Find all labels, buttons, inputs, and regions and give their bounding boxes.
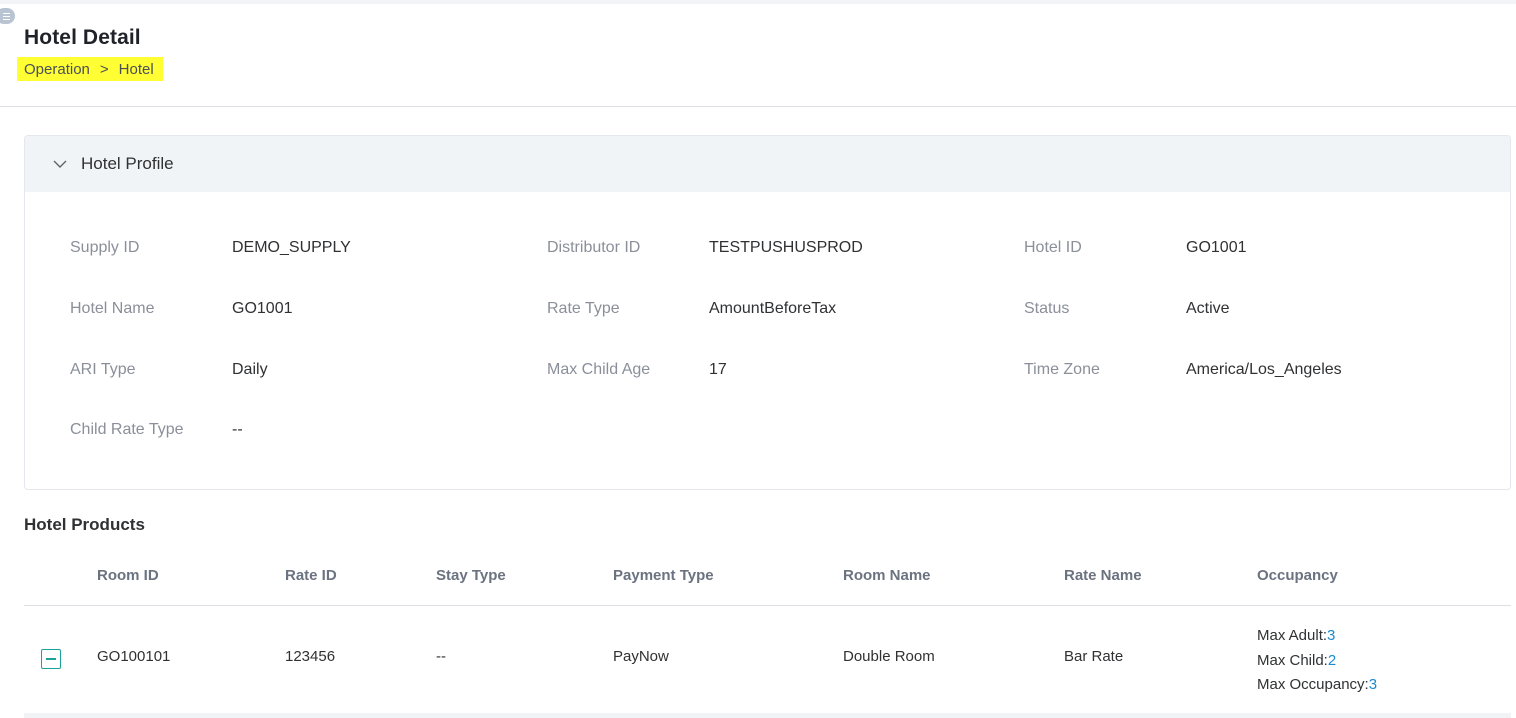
rate-type-label: Rate Type — [547, 300, 620, 317]
supply-id-value: DEMO_SUPPLY — [232, 239, 351, 256]
hotel-products-title: Hotel Products — [24, 515, 145, 534]
child-rate-type-value: -- — [232, 421, 243, 438]
row-collapse-button[interactable] — [41, 649, 61, 669]
hotel-name-label: Hotel Name — [70, 300, 155, 317]
room-id-cell: GO100101 — [97, 648, 171, 665]
breadcrumb-item-hotel[interactable]: Hotel — [119, 61, 154, 78]
hotel-profile-panel: Hotel Profile Supply ID DEMO_SUPPLY Dist… — [24, 135, 1511, 490]
breadcrumb: Operation > Hotel — [17, 57, 163, 81]
payment-type-cell: PayNow — [613, 648, 669, 665]
column-header-payment-type: Payment Type — [613, 567, 714, 584]
column-header-rate-id: Rate ID — [285, 567, 337, 584]
max-child-label: Max Child: — [1257, 651, 1328, 669]
ari-type-value: Daily — [232, 361, 268, 378]
time-zone-value: America/Los_Angeles — [1186, 361, 1342, 378]
rate-id-cell: 123456 — [285, 648, 336, 665]
max-child-line: Max Child:2 — [1257, 649, 1377, 674]
room-name-cell: Double Room — [843, 648, 935, 665]
breadcrumb-item-operation[interactable]: Operation — [24, 61, 90, 78]
hotel-id-value: GO1001 — [1186, 239, 1247, 256]
max-child-value: 2 — [1327, 651, 1337, 669]
time-zone-label: Time Zone — [1024, 361, 1100, 378]
max-adult-label: Max Adult: — [1257, 627, 1328, 644]
max-child-age-label: Max Child Age — [547, 361, 651, 378]
distributor-id-value: TESTPUSHUSPROD — [709, 239, 863, 256]
table-header: Room ID Rate ID Stay Type Payment Type R… — [24, 554, 1511, 606]
max-occupancy-value: 3 — [1368, 676, 1378, 693]
hotel-products-table: Room ID Rate ID Stay Type Payment Type R… — [24, 554, 1511, 714]
distributor-id-label: Distributor ID — [547, 239, 641, 256]
column-header-room-id: Room ID — [97, 567, 159, 584]
ari-type-label: ARI Type — [70, 361, 136, 378]
status-label: Status — [1024, 300, 1070, 317]
status-value: Active — [1186, 300, 1230, 317]
hotel-id-label: Hotel ID — [1024, 239, 1082, 256]
page-title: Hotel Detail — [24, 26, 141, 49]
max-occupancy-label: Max Occupancy: — [1257, 676, 1369, 693]
rate-name-cell: Bar Rate — [1064, 648, 1124, 665]
breadcrumb-separator: > — [99, 60, 109, 78]
chevron-down-icon[interactable] — [51, 155, 69, 173]
hotel-profile-header[interactable]: Hotel Profile — [25, 136, 1510, 192]
next-row-edge — [24, 713, 1511, 718]
max-adult-line: Max Adult:3 — [1257, 624, 1377, 649]
column-header-occupancy: Occupancy — [1257, 567, 1338, 584]
supply-id-label: Supply ID — [70, 239, 140, 256]
max-occupancy-line: Max Occupancy:3 — [1257, 673, 1377, 698]
occupancy-cell: Max Adult:3 Max Child:2 Max Occupancy:3 — [1257, 624, 1377, 698]
rate-type-value: AmountBeforeTax — [709, 300, 837, 317]
hotel-profile-title: Hotel Profile — [81, 154, 174, 173]
minus-square-icon — [46, 658, 56, 660]
column-header-stay-type: Stay Type — [436, 567, 506, 584]
column-header-rate-name: Rate Name — [1064, 567, 1142, 584]
table-row: GO100101 123456 -- PayNow Double Room Ba… — [24, 606, 1511, 714]
page-header: Hotel Detail Operation > Hotel — [0, 4, 1516, 107]
stay-type-cell: -- — [436, 648, 446, 665]
child-rate-type-label: Child Rate Type — [70, 421, 184, 438]
column-header-room-name: Room Name — [843, 567, 931, 584]
hotel-name-value: GO1001 — [232, 300, 293, 317]
max-child-age-value: 17 — [709, 361, 727, 378]
max-adult-value: 3 — [1327, 627, 1336, 644]
